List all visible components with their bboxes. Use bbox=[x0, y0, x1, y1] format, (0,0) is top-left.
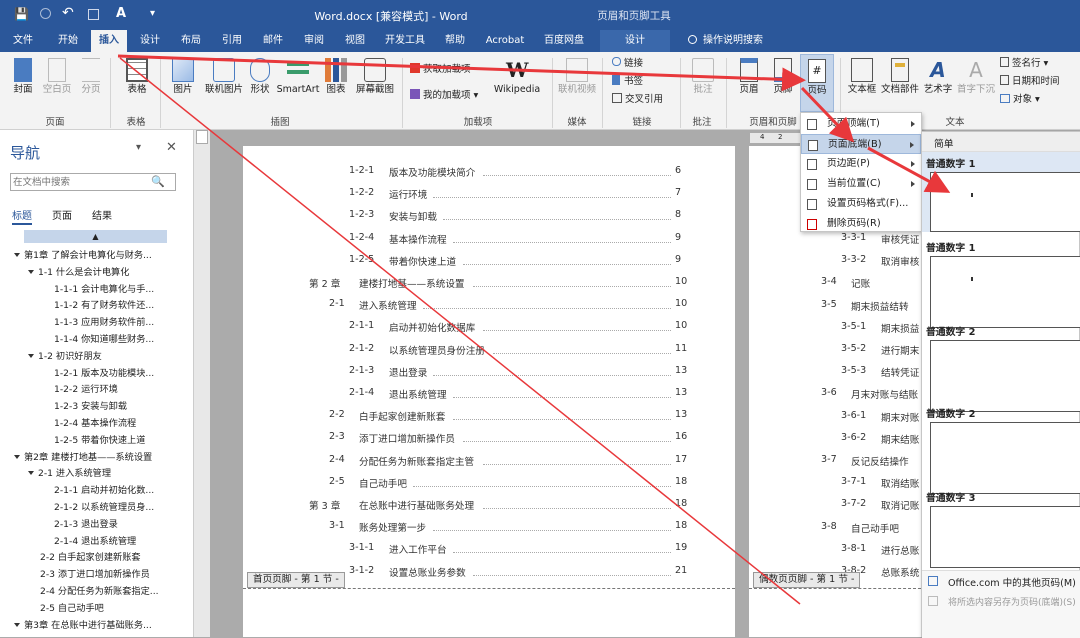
arrow-bottom-to-plain-number bbox=[867, 146, 951, 193]
arrow-insert-to-page-number bbox=[117, 54, 806, 92]
arrow-page-number-to-bottom bbox=[800, 86, 855, 143]
arrow-insert-to-footer bbox=[119, 57, 801, 605]
annotation-arrows bbox=[117, 54, 951, 605]
